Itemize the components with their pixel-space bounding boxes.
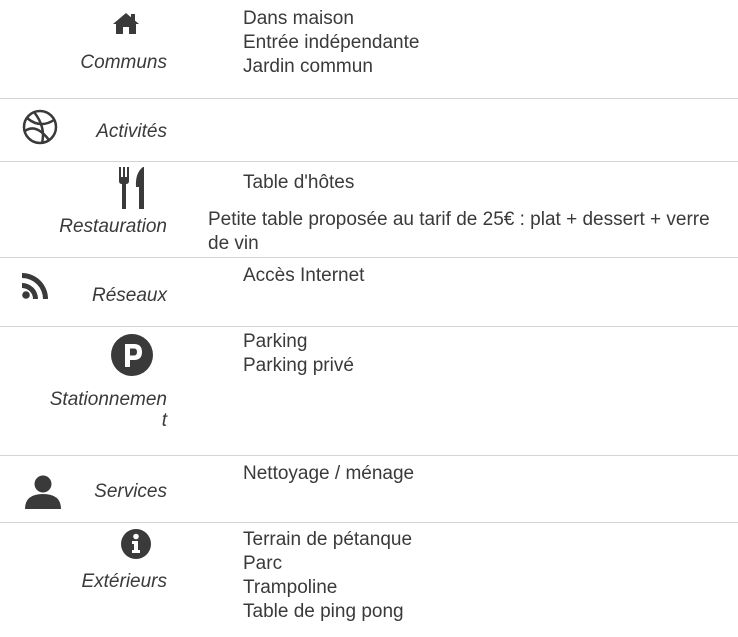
- section-restauration: Restauration Table d'hôtes Petite table …: [0, 162, 738, 258]
- list-item: Table d'hôtes: [243, 172, 355, 193]
- section-items: Accès Internet: [243, 264, 364, 288]
- section-reseaux: Réseaux Accès Internet: [0, 258, 738, 327]
- basketball-icon: [22, 109, 58, 145]
- list-item: Dans maison: [243, 8, 354, 29]
- home-icon: [112, 11, 140, 35]
- section-label: Services: [94, 481, 167, 502]
- section-label: Extérieurs: [81, 571, 167, 592]
- parking-icon: [110, 333, 154, 377]
- list-item: Parking: [243, 331, 308, 352]
- section-items: Terrain de pétanque Parc Trampoline Tabl…: [243, 528, 412, 624]
- section-exterieurs: Extérieurs Terrain de pétanque Parc Tram…: [0, 523, 738, 637]
- info-icon: [121, 529, 151, 559]
- section-items: Dans maison Entrée indépendante Jardin c…: [243, 7, 419, 79]
- rss-icon: [22, 271, 62, 299]
- section-items: Parking Parking privé: [243, 330, 354, 378]
- section-label: Communs: [80, 52, 167, 73]
- section-description: Petite table proposée au tarif de 25€ : …: [208, 209, 710, 254]
- list-item: Trampoline: [243, 577, 338, 598]
- user-icon: [24, 475, 62, 509]
- list-item: Parking privé: [243, 355, 354, 376]
- section-services: Services Nettoyage / ménage: [0, 456, 738, 523]
- list-item: Table de ping pong: [243, 601, 404, 622]
- section-communs: Communs Dans maison Entrée indépendante …: [0, 0, 738, 99]
- list-item: Jardin commun: [243, 56, 373, 77]
- list-item: Accès Internet: [243, 265, 365, 286]
- section-activites: Activités: [0, 99, 738, 162]
- section-label: Activités: [96, 121, 167, 142]
- section-label: Réseaux: [92, 285, 167, 306]
- section-stationnement: Stationnement Parking Parking privé: [0, 327, 738, 456]
- section-label: Stationnement: [49, 389, 167, 431]
- utensils-icon: [117, 167, 153, 211]
- list-item: Terrain de pétanque: [243, 529, 413, 550]
- section-items: Table d'hôtes: [243, 171, 354, 195]
- section-items: Nettoyage / ménage: [243, 462, 414, 486]
- section-label: Restauration: [59, 216, 167, 237]
- list-item: Entrée indépendante: [243, 32, 420, 53]
- list-item: Nettoyage / ménage: [243, 463, 415, 484]
- list-item: Parc: [243, 553, 283, 574]
